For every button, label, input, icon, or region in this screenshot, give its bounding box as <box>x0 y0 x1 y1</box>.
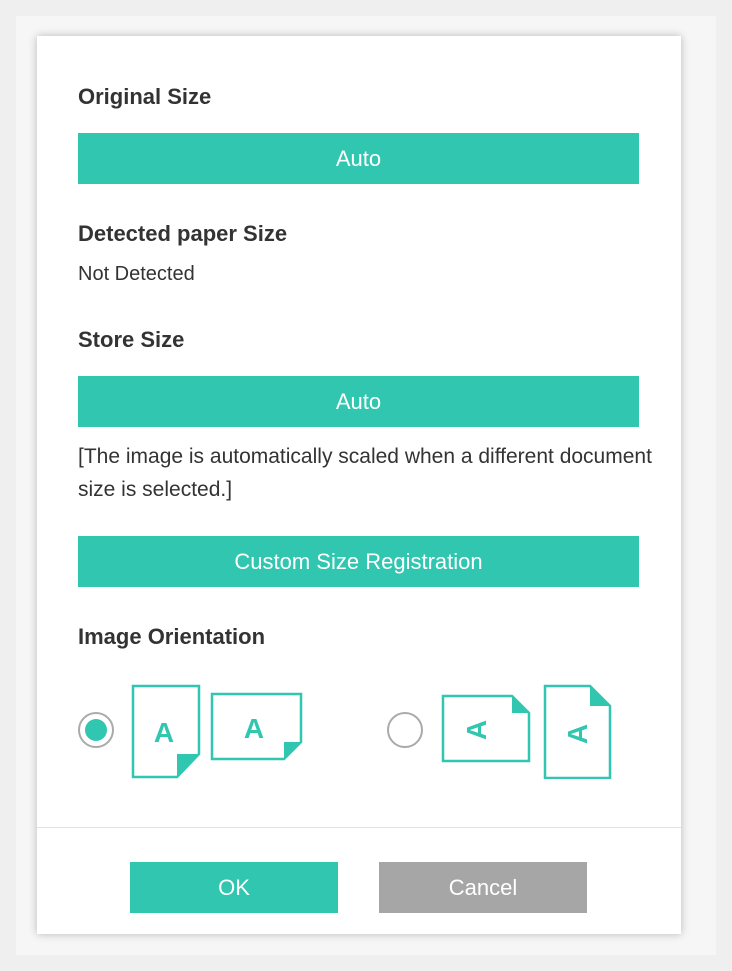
orientation-rotated-radio[interactable] <box>387 712 423 748</box>
size-settings-dialog: Original Size Auto Detected paper Size N… <box>37 36 681 934</box>
svg-text:A: A <box>562 724 593 744</box>
svg-text:A: A <box>461 720 492 740</box>
original-size-button[interactable]: Auto <box>78 133 639 184</box>
orientation-upright-radio[interactable] <box>78 712 114 748</box>
image-orientation-label: Image Orientation <box>78 624 266 649</box>
detected-paper-size-label: Detected paper Size <box>78 221 288 246</box>
cancel-button[interactable]: Cancel <box>379 862 587 913</box>
ok-button[interactable]: OK <box>130 862 338 913</box>
store-size-note: [The image is automatically scaled when … <box>78 445 652 501</box>
store-size-button[interactable]: Auto <box>78 376 639 427</box>
store-size-label: Store Size <box>78 327 185 352</box>
orientation-rotated-icon[interactable]: A A <box>440 684 615 779</box>
custom-size-registration-button[interactable]: Custom Size Registration <box>78 536 639 587</box>
original-size-label: Original Size <box>78 84 212 109</box>
detected-paper-size-value: Not Detected <box>78 263 195 285</box>
footer-divider <box>37 827 681 828</box>
svg-text:A: A <box>154 717 174 748</box>
svg-text:A: A <box>244 713 264 744</box>
radio-selected-dot <box>85 719 107 741</box>
orientation-upright-icon[interactable]: A A <box>130 684 305 779</box>
